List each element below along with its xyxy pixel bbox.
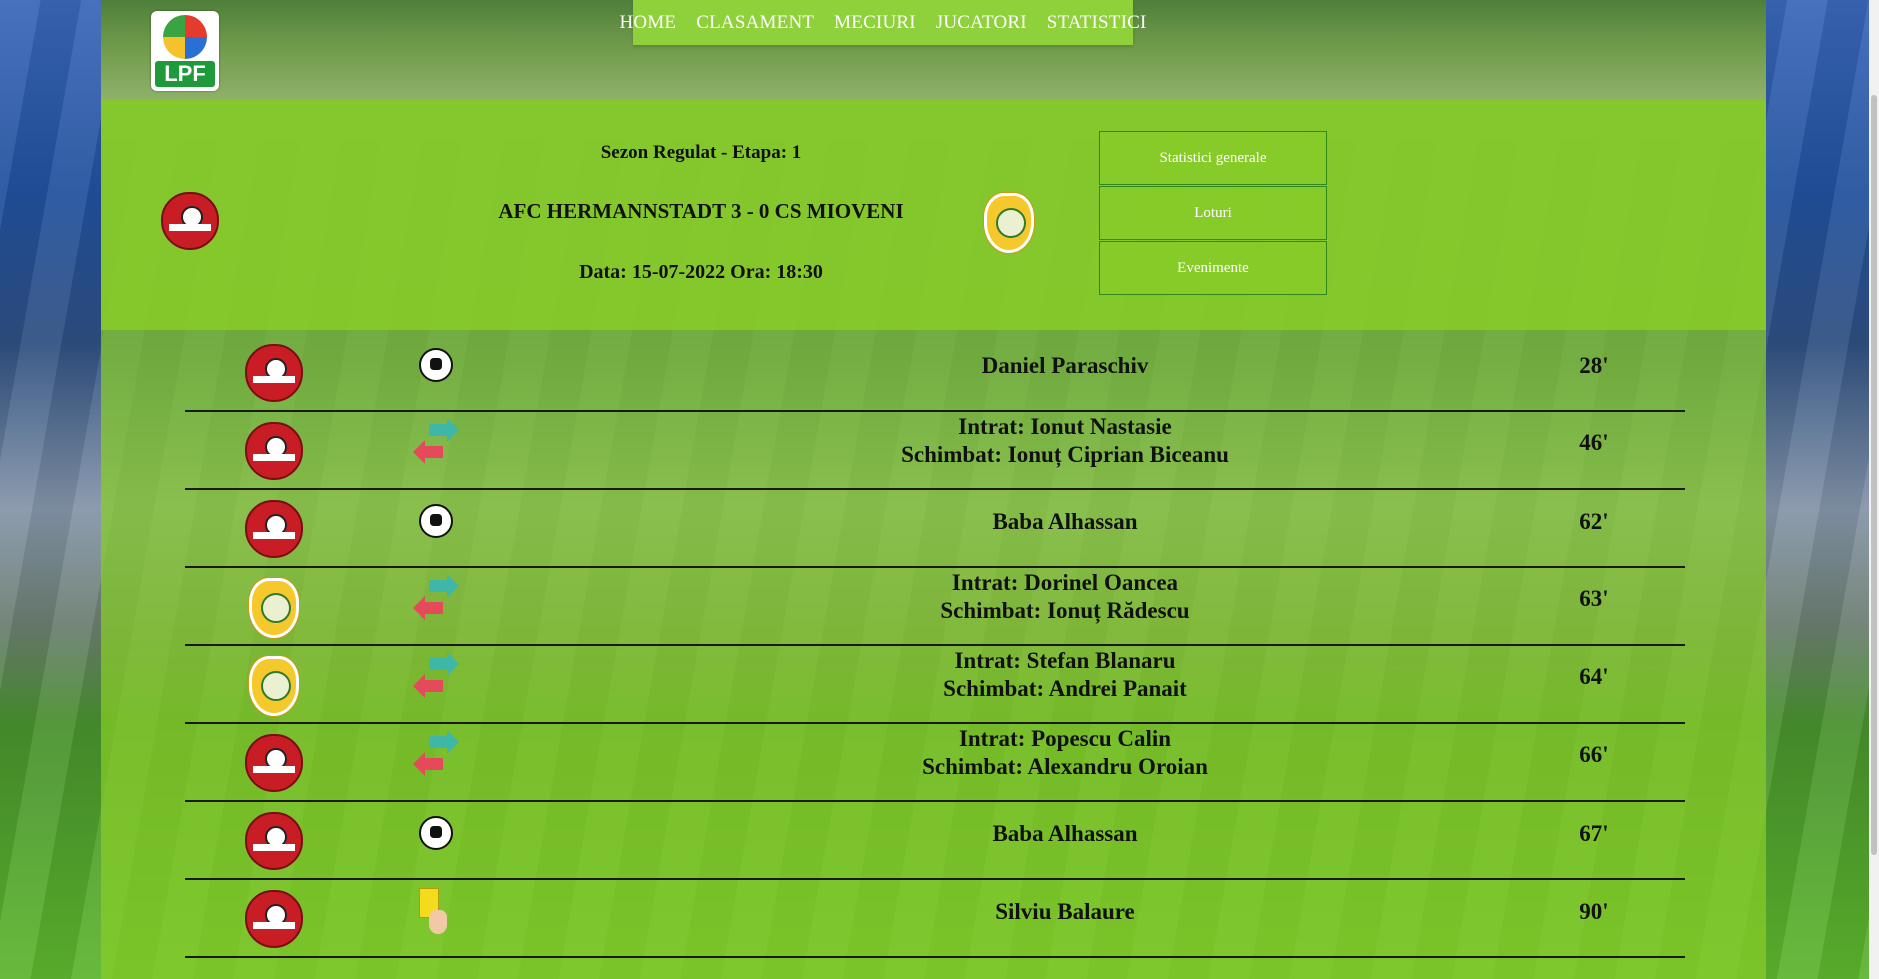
substitution-arrows-icon (413, 418, 459, 464)
yellow-card-icon (415, 888, 455, 938)
event-player: Silviu Balaure (995, 899, 1135, 924)
hermannstadt-crest-icon (245, 344, 303, 402)
event-minute: 46' (1579, 430, 1609, 455)
event-icon (415, 342, 455, 386)
event-row: Silviu Balaure 90' (185, 880, 1685, 958)
event-minute: 64' (1579, 664, 1609, 689)
event-minute: 66' (1579, 742, 1609, 767)
team-badge (245, 344, 303, 402)
team-badge (249, 656, 299, 716)
substitution-arrows-icon (413, 574, 459, 620)
event-icon (413, 730, 459, 776)
away-team-badge (984, 193, 1034, 253)
hermannstadt-crest-icon (161, 192, 219, 250)
nav-clasament[interactable]: CLASAMENT (696, 12, 814, 34)
team-badge (245, 812, 303, 870)
hermannstadt-crest-icon (245, 500, 303, 558)
events-button[interactable]: Evenimente (1099, 241, 1327, 295)
team-badge (245, 890, 303, 948)
event-player-in: Intrat: Ionut Nastasie (958, 414, 1172, 439)
event-player: Baba Alhassan (992, 509, 1138, 534)
event-player-in: Intrat: Stefan Blanaru (954, 648, 1176, 673)
event-row: Baba Alhassan 62' (185, 490, 1685, 568)
event-minute: 67' (1579, 821, 1609, 846)
event-player-out: Schimbat: Alexandru Oroian (922, 754, 1208, 779)
event-icon (415, 498, 455, 542)
logo-ball-icon (163, 15, 207, 59)
event-player-out: Schimbat: Ionuț Ciprian Biceanu (901, 442, 1229, 467)
event-row: Baba Alhassan 67' (185, 802, 1685, 880)
event-icon (413, 652, 459, 698)
team-badge (249, 578, 299, 638)
event-row: Intrat: Dorinel Oancea Schimbat: Ionuț R… (185, 568, 1685, 646)
home-team-badge (161, 192, 219, 250)
event-icon (413, 574, 459, 620)
event-player-in: Intrat: Dorinel Oancea (951, 570, 1179, 595)
squads-button[interactable]: Loturi (1099, 186, 1327, 240)
event-player: Baba Alhassan (992, 821, 1138, 846)
event-row: Intrat: Stefan Blanaru Schimbat: Andrei … (185, 646, 1685, 724)
nav-home[interactable]: HOME (620, 12, 677, 34)
team-badge (245, 422, 303, 480)
goal-ball-icon (419, 504, 453, 538)
match-round: Sezon Regulat - Etapa: 1 (600, 142, 802, 163)
hermannstadt-crest-icon (245, 734, 303, 792)
event-minute: 62' (1579, 509, 1609, 534)
mioveni-crest-icon (249, 656, 299, 716)
match-header: Sezon Regulat - Etapa: 1 AFC HERMANNSTAD… (101, 100, 1766, 330)
hermannstadt-crest-icon (245, 812, 303, 870)
event-row: Daniel Paraschiv 28' (185, 334, 1685, 412)
substitution-arrows-icon (413, 652, 459, 698)
logo-text: LPF (155, 61, 215, 87)
nav-meciuri[interactable]: MECIURI (834, 12, 916, 34)
mioveni-crest-icon (249, 578, 299, 638)
event-minute: 63' (1579, 586, 1609, 611)
hermannstadt-crest-icon (245, 890, 303, 948)
event-icon (413, 418, 459, 464)
event-player-out: Schimbat: Andrei Panait (943, 676, 1187, 701)
event-row: Intrat: Ionut Nastasie Schimbat: Ionuț C… (185, 412, 1685, 490)
scrollbar-thumb[interactable] (1871, 95, 1877, 855)
event-player-out: Schimbat: Ionuț Rădescu (940, 598, 1190, 623)
hermannstadt-crest-icon (245, 422, 303, 480)
event-minute: 28' (1579, 353, 1609, 378)
goal-ball-icon (419, 348, 453, 382)
stats-general-button[interactable]: Statistici generale (1099, 131, 1327, 185)
match-panel: Sezon Regulat - Etapa: 1 AFC HERMANNSTAD… (101, 100, 1766, 979)
event-player: Daniel Paraschiv (981, 353, 1149, 378)
event-icon (415, 888, 455, 934)
main-nav: HOME CLASAMENT MECIURI JUCATORI STATISTI… (620, 0, 1146, 45)
event-row: Intrat: Popescu Calin Schimbat: Alexandr… (185, 724, 1685, 802)
event-icon (415, 810, 455, 854)
substitution-arrows-icon (413, 730, 459, 776)
lpf-logo[interactable]: LPF (151, 11, 219, 91)
nav-statistici[interactable]: STATISTICI (1047, 12, 1147, 34)
nav-jucatori[interactable]: JUCATORI (936, 12, 1027, 34)
team-badge (245, 500, 303, 558)
mioveni-crest-icon (984, 193, 1034, 253)
event-player-in: Intrat: Popescu Calin (958, 726, 1172, 751)
match-score: AFC HERMANNSTADT 3 - 0 CS MIOVENI (498, 199, 904, 223)
team-badge (245, 734, 303, 792)
goal-ball-icon (419, 816, 453, 850)
match-datetime: Data: 15-07-2022 Ora: 18:30 (579, 261, 823, 283)
page-scrollbar[interactable] (1869, 0, 1879, 979)
page-container: LPF HOME CLASAMENT MECIURI JUCATORI STAT… (101, 0, 1766, 979)
event-minute: 90' (1579, 899, 1609, 924)
